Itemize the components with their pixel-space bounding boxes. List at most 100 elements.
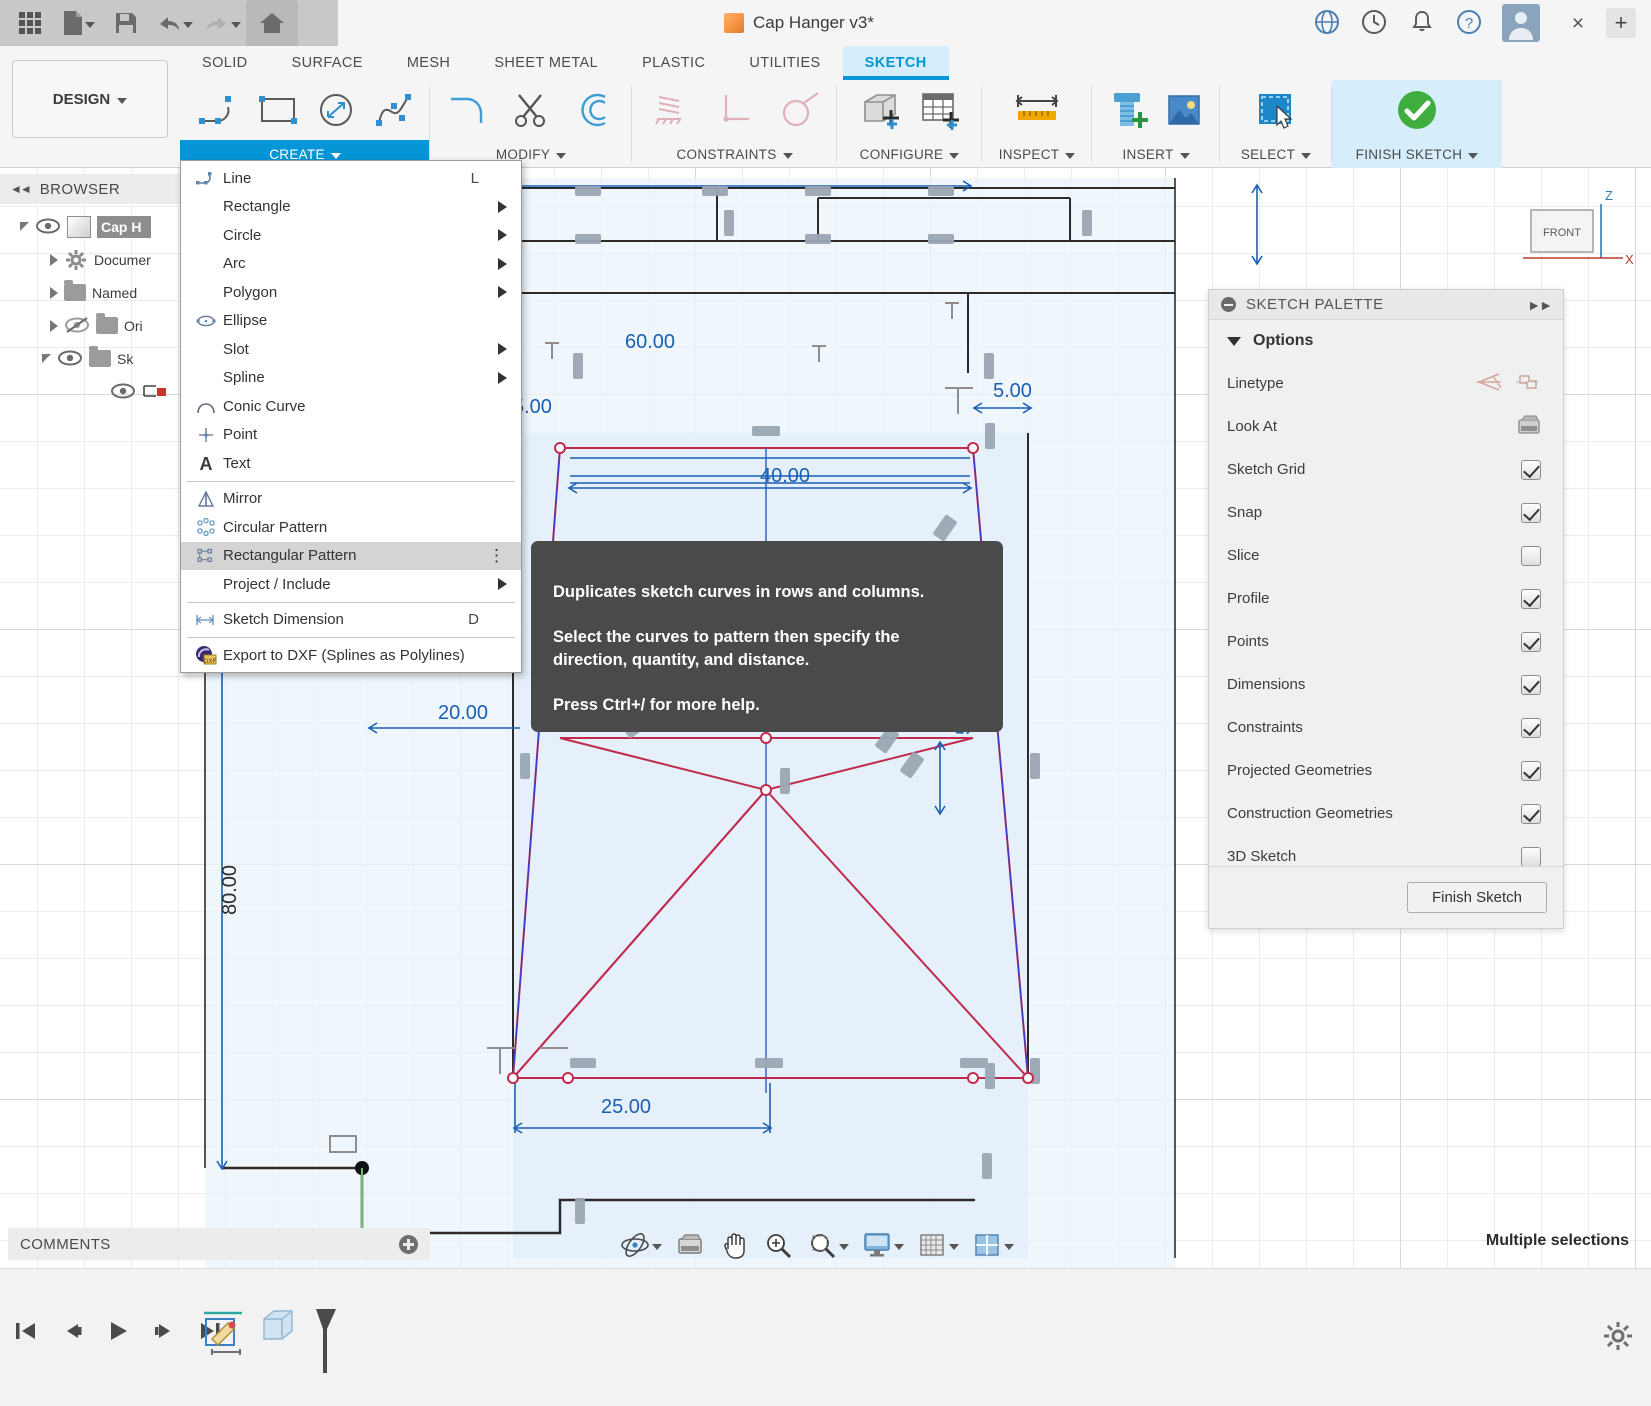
tab-sketch[interactable]: SKETCH (843, 46, 949, 80)
constraints-panel-button[interactable]: CONSTRAINTS (632, 140, 837, 168)
projected-geometries-checkbox[interactable] (1521, 761, 1541, 781)
trim-scissors-icon[interactable] (504, 84, 558, 136)
chevron-down-icon[interactable] (894, 1244, 904, 1250)
dimension-value[interactable]: 25.00 (601, 1096, 651, 1119)
visibility-eye-icon[interactable] (35, 218, 61, 236)
orbit-button[interactable] (613, 1222, 668, 1268)
redo-icon[interactable] (198, 0, 246, 46)
user-avatar[interactable] (1502, 4, 1540, 42)
undo-icon[interactable] (150, 0, 198, 46)
expand-right-icon[interactable]: ►► (1527, 297, 1551, 313)
select-tool-icon[interactable] (1249, 84, 1303, 136)
chevron-down-icon[interactable] (839, 1244, 849, 1250)
tab-utilities[interactable]: UTILITIES (727, 46, 842, 80)
browser-collapse-icon[interactable]: ◄◄ (10, 182, 30, 196)
tree-node-root[interactable]: Cap H (0, 210, 200, 243)
job-status-icon[interactable] (1360, 8, 1392, 40)
document-tab[interactable]: Cap Hanger v3* (338, 0, 1260, 46)
timeline-marker[interactable] (306, 1307, 340, 1381)
menu-item-spline[interactable]: Spline (181, 364, 521, 393)
dimension-value[interactable]: 20.00 (438, 702, 488, 725)
new-tab-button[interactable]: + (1606, 8, 1636, 38)
dimension-value[interactable]: 60.00 (625, 331, 675, 354)
menu-item-point[interactable]: Point (181, 421, 521, 450)
configure-panel-button[interactable]: CONFIGURE (837, 140, 982, 168)
new-file-icon[interactable] (54, 0, 102, 46)
tree-node-origin[interactable]: Ori (0, 309, 200, 342)
finish-sketch-button[interactable]: Finish Sketch (1407, 882, 1547, 913)
points-checkbox[interactable] (1521, 632, 1541, 652)
look-at-button[interactable] (668, 1222, 712, 1268)
expand-collapse-icon[interactable] (20, 222, 29, 231)
tab-sheet-metal[interactable]: SHEET METAL (472, 46, 620, 80)
fillet-tool-icon[interactable] (440, 84, 494, 136)
configure-body-icon[interactable] (853, 84, 907, 136)
construction-geometries-checkbox[interactable] (1521, 804, 1541, 824)
sketch-palette-header[interactable]: SKETCH PALETTE ►► (1209, 290, 1563, 320)
rectangle-tool-icon[interactable] (252, 84, 304, 136)
insert-panel-button[interactable]: INSERT (1092, 140, 1220, 168)
visibility-eye-icon[interactable] (110, 383, 136, 401)
line-tool-icon[interactable] (194, 84, 246, 136)
settings-gear-icon[interactable] (1603, 1321, 1633, 1351)
help-globe-icon[interactable] (1313, 8, 1345, 40)
home-icon[interactable] (246, 0, 298, 46)
timeline-feature-sketch[interactable] (198, 1307, 252, 1365)
circle-tool-icon[interactable] (310, 84, 362, 136)
menu-item-slot[interactable]: Slot (181, 335, 521, 364)
menu-item-overflow-icon[interactable]: ⋮ (488, 551, 505, 561)
slice-checkbox[interactable] (1521, 546, 1541, 566)
spline-tool-icon[interactable] (368, 84, 420, 136)
timeline-play-button[interactable] (102, 1315, 134, 1347)
fix-constraint-icon[interactable] (642, 84, 696, 136)
chevron-down-icon[interactable] (949, 1244, 959, 1250)
add-comment-icon[interactable] (399, 1235, 418, 1254)
menu-item-polygon[interactable]: Polygon (181, 278, 521, 307)
insert-canvas-image-icon[interactable] (1158, 84, 1210, 136)
tab-solid[interactable]: SOLID (180, 46, 270, 80)
finish-sketch-check-icon[interactable] (1390, 84, 1444, 136)
palette-options-header[interactable]: Options (1209, 320, 1563, 362)
menu-item-arc[interactable]: Arc (181, 250, 521, 279)
snap-checkbox[interactable] (1521, 503, 1541, 523)
dimensions-checkbox[interactable] (1521, 675, 1541, 695)
select-panel-button[interactable]: SELECT (1220, 140, 1332, 168)
menu-item-line[interactable]: Line L (181, 164, 521, 193)
dimension-value[interactable]: 40.00 (760, 465, 810, 488)
tree-node-document-settings[interactable]: Documer (0, 243, 200, 276)
help-question-icon[interactable]: ? (1455, 8, 1487, 40)
zoom-button[interactable] (756, 1222, 800, 1268)
fit-button[interactable] (800, 1222, 855, 1268)
tree-node-sketch-item[interactable] (0, 375, 200, 408)
measure-tool-icon[interactable] (1010, 84, 1064, 136)
pan-button[interactable] (712, 1222, 756, 1268)
viewports-button[interactable] (965, 1222, 1020, 1268)
centerline-icon[interactable] (1475, 371, 1501, 397)
timeline-feature-extrude[interactable] (258, 1307, 300, 1357)
expand-collapse-icon[interactable] (50, 320, 58, 332)
menu-item-rectangle[interactable]: Rectangle (181, 193, 521, 222)
inspect-panel-button[interactable]: INSPECT (982, 140, 1092, 168)
menu-item-text[interactable]: A Text (181, 449, 521, 478)
insert-mcmaster-bolt-icon[interactable] (1102, 84, 1154, 136)
timeline-begin-button[interactable] (10, 1315, 42, 1347)
menu-item-rectangular-pattern[interactable]: Rectangular Pattern ⋮ (181, 542, 521, 571)
notifications-bell-icon[interactable] (1408, 8, 1440, 40)
expand-collapse-icon[interactable] (50, 287, 58, 299)
save-icon[interactable] (102, 0, 150, 46)
tree-node-named-views[interactable]: Named (0, 276, 200, 309)
finish-sketch-panel-button[interactable]: FINISH SKETCH (1332, 140, 1502, 168)
tangent-constraint-icon[interactable] (773, 84, 827, 136)
timeline-step-forward-button[interactable] (148, 1315, 180, 1347)
profile-checkbox[interactable] (1521, 589, 1541, 609)
tree-node-sketches[interactable]: Sk (0, 342, 200, 375)
menu-item-project-include[interactable]: Project / Include (181, 570, 521, 599)
view-cube[interactable]: Z X FRONT (1513, 186, 1633, 296)
expand-collapse-icon[interactable] (42, 354, 51, 363)
tab-surface[interactable]: SURFACE (270, 46, 385, 80)
dimension-value[interactable]: 80.00 (219, 865, 242, 915)
display-settings-button[interactable] (855, 1222, 910, 1268)
menu-item-ellipse[interactable]: Ellipse (181, 307, 521, 336)
3d-sketch-checkbox[interactable] (1521, 847, 1541, 867)
menu-item-mirror[interactable]: Mirror (181, 485, 521, 514)
